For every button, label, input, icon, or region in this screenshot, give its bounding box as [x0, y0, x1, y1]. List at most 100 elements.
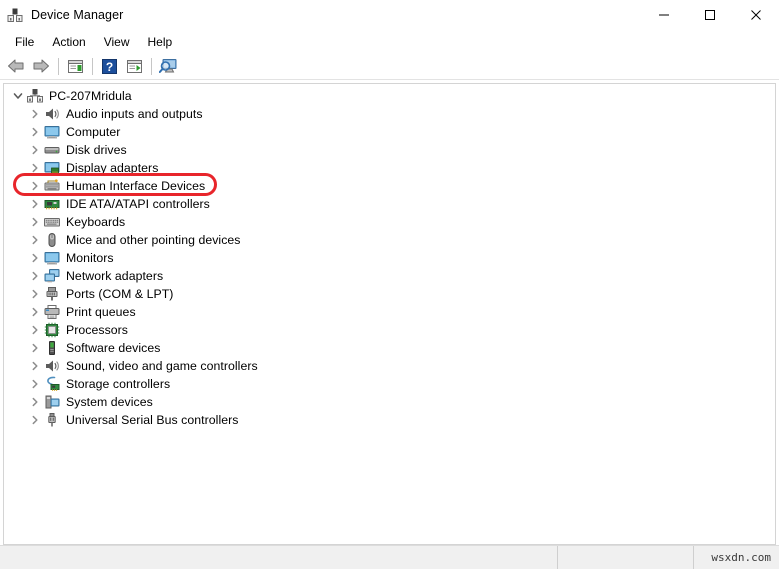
tree-row-human-interface-devices[interactable]: Human Interface Devices [4, 177, 775, 195]
chevron-right-icon[interactable] [27, 142, 43, 158]
usb-controller-icon [44, 412, 60, 428]
maximize-button[interactable] [687, 0, 733, 30]
tree-row-disk-drives[interactable]: Disk drives [4, 141, 775, 159]
close-button[interactable] [733, 0, 779, 30]
system-device-icon [44, 394, 60, 410]
content-area: PC-207Mridula Audio inputs and outputs C… [0, 80, 779, 545]
forward-arrow-icon [33, 59, 49, 73]
maximize-icon [705, 10, 715, 20]
device-manager-icon [7, 7, 23, 23]
tree-row-ports-com-and-lpt[interactable]: Ports (COM & LPT) [4, 285, 775, 303]
monitor-icon [44, 124, 60, 140]
title-bar: Device Manager [0, 0, 779, 30]
tree-row-audio-inputs-and-outputs[interactable]: Audio inputs and outputs [4, 105, 775, 123]
tree-item-label: Software devices [66, 341, 161, 355]
status-pane-secondary [558, 546, 694, 569]
tree-row-ide-ata-atapi-controllers[interactable]: IDE ATA/ATAPI controllers [4, 195, 775, 213]
chevron-right-icon[interactable] [27, 286, 43, 302]
tree-row-display-adapters[interactable]: Display adapters [4, 159, 775, 177]
tree-row-computer[interactable]: Computer [4, 123, 775, 141]
chevron-right-icon[interactable] [27, 412, 43, 428]
chevron-right-icon[interactable] [27, 232, 43, 248]
scan-for-hardware-changes-button[interactable] [156, 55, 180, 77]
chevron-right-icon[interactable] [27, 124, 43, 140]
chevron-down-icon[interactable] [10, 88, 26, 104]
software-device-icon [44, 340, 60, 356]
tree-row-universal-serial-bus-controllers[interactable]: Universal Serial Bus controllers [4, 411, 775, 429]
tree-root-label: PC-207Mridula [49, 89, 132, 103]
network-adapter-icon [44, 268, 60, 284]
tree-item-label: Display adapters [66, 161, 159, 175]
chevron-right-icon[interactable] [27, 394, 43, 410]
tree-item-label: Mice and other pointing devices [66, 233, 241, 247]
minimize-button[interactable] [641, 0, 687, 30]
watermark-text: wsxdn.com [711, 551, 771, 564]
tree-item-label: Print queues [66, 305, 136, 319]
show-hide-console-tree-button[interactable] [63, 55, 87, 77]
scan-for-hardware-changes-icon [158, 59, 176, 73]
tree-item-label: Sound, video and game controllers [66, 359, 258, 373]
tree-item-label: Audio inputs and outputs [66, 107, 203, 121]
tree-row-keyboards[interactable]: Keyboards [4, 213, 775, 231]
device-manager-window: Device Manager File Action View Help ? P… [0, 0, 779, 569]
close-icon [751, 10, 761, 20]
computer-root-icon [27, 88, 43, 104]
menu-bar: File Action View Help [0, 30, 779, 53]
chevron-right-icon[interactable] [27, 340, 43, 356]
tree-row-storage-controllers[interactable]: Storage controllers [4, 375, 775, 393]
chevron-right-icon[interactable] [27, 214, 43, 230]
port-icon [44, 286, 60, 302]
chevron-right-icon[interactable] [27, 250, 43, 266]
properties-icon [126, 59, 142, 73]
chevron-right-icon[interactable] [27, 376, 43, 392]
tree-row-print-queues[interactable]: Print queues [4, 303, 775, 321]
tree-row-mice-and-other-pointing-devices[interactable]: Mice and other pointing devices [4, 231, 775, 249]
window-controls [641, 0, 779, 30]
tree-row-system-devices[interactable]: System devices [4, 393, 775, 411]
disk-drive-icon [44, 142, 60, 158]
tree-row-processors[interactable]: Processors [4, 321, 775, 339]
tree-item-label: Universal Serial Bus controllers [66, 413, 239, 427]
status-bar: wsxdn.com [0, 545, 779, 569]
menu-help[interactable]: Help [139, 32, 182, 52]
chevron-right-icon[interactable] [27, 178, 43, 194]
menu-view[interactable]: View [95, 32, 139, 52]
show-hide-console-tree-icon [67, 59, 83, 73]
menu-action[interactable]: Action [43, 32, 94, 52]
svg-text:?: ? [105, 60, 112, 74]
tree-row-monitors[interactable]: Monitors [4, 249, 775, 267]
chevron-right-icon[interactable] [27, 322, 43, 338]
tree-item-label: Disk drives [66, 143, 127, 157]
properties-button[interactable] [122, 55, 146, 77]
tree-item-label: IDE ATA/ATAPI controllers [66, 197, 210, 211]
chevron-right-icon[interactable] [27, 304, 43, 320]
tree-row-network-adapters[interactable]: Network adapters [4, 267, 775, 285]
speaker-icon [44, 106, 60, 122]
ide-controller-icon [44, 196, 60, 212]
toolbar: ? [0, 53, 779, 80]
mouse-icon [44, 232, 60, 248]
chevron-right-icon[interactable] [27, 358, 43, 374]
menu-file[interactable]: File [6, 32, 43, 52]
tree-row-sound-video-and-game-controllers[interactable]: Sound, video and game controllers [4, 357, 775, 375]
tree-row-root[interactable]: PC-207Mridula [4, 87, 775, 105]
device-tree-panel[interactable]: PC-207Mridula Audio inputs and outputs C… [3, 83, 776, 545]
display-adapter-icon [44, 160, 60, 176]
back-button[interactable] [4, 55, 28, 77]
forward-button[interactable] [29, 55, 53, 77]
tree-item-label: Human Interface Devices [66, 179, 206, 193]
chevron-right-icon[interactable] [27, 106, 43, 122]
status-pane-main [0, 546, 558, 569]
tree-item-label: Ports (COM & LPT) [66, 287, 174, 301]
minimize-icon [659, 14, 669, 16]
tree-item-label: Storage controllers [66, 377, 171, 391]
tree-row-software-devices[interactable]: Software devices [4, 339, 775, 357]
chevron-right-icon[interactable] [27, 196, 43, 212]
tree-item-label: Network adapters [66, 269, 164, 283]
help-button[interactable]: ? [97, 55, 121, 77]
toolbar-separator [58, 57, 59, 75]
hid-icon [44, 178, 60, 194]
chevron-right-icon[interactable] [27, 268, 43, 284]
tree-item-label: System devices [66, 395, 153, 409]
chevron-right-icon[interactable] [27, 160, 43, 176]
